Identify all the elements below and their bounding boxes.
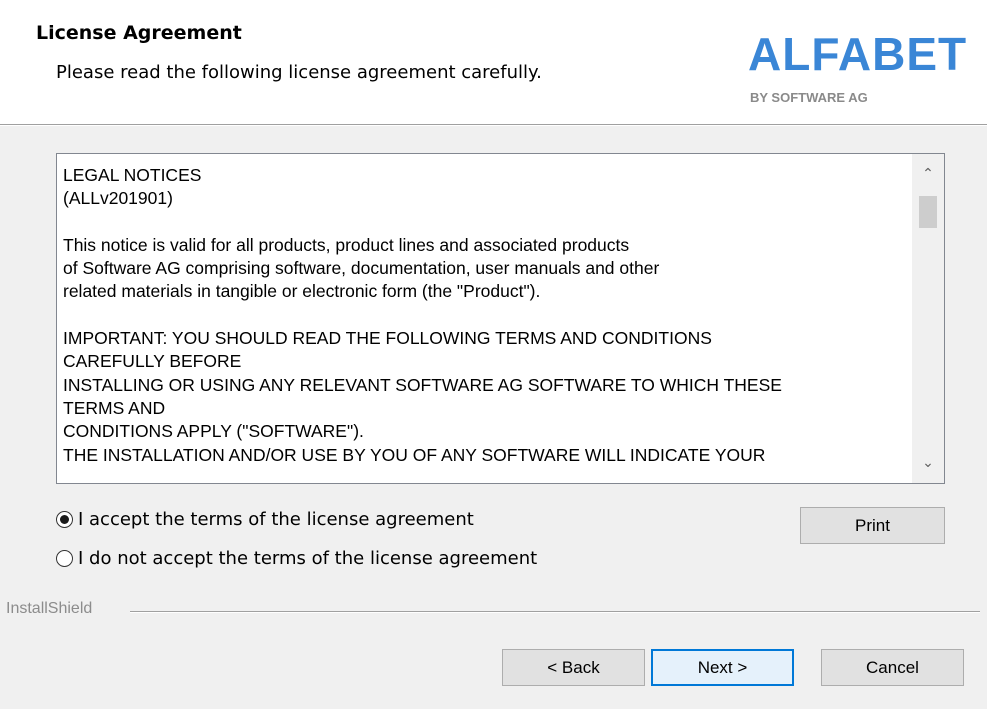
print-button[interactable]: Print <box>800 507 945 544</box>
footer-divider <box>130 611 980 613</box>
logo-wordmark: ALFABET <box>748 28 968 80</box>
license-line: TERMS AND <box>63 397 166 418</box>
license-line: CONDITIONS APPLY ("SOFTWARE"). <box>63 421 364 442</box>
scroll-down-icon[interactable]: ⌄ <box>912 449 944 477</box>
dialog-header: License Agreement Please read the follow… <box>0 0 987 124</box>
decline-radio-button[interactable] <box>56 550 73 567</box>
accept-option[interactable]: I accept the terms of the license agreem… <box>56 509 474 530</box>
decline-option[interactable]: I do not accept the terms of the license… <box>56 548 537 569</box>
cancel-button[interactable]: Cancel <box>821 649 964 686</box>
license-line <box>63 304 903 327</box>
alfabet-logo: ALFABET BY SOFTWARE AG <box>748 30 978 110</box>
header-subtitle: Please read the following license agreem… <box>56 62 542 83</box>
license-line: CAREFULLY BEFORE <box>63 351 242 372</box>
accept-radio-button[interactable] <box>56 511 73 528</box>
scroll-up-icon[interactable]: ⌃ <box>912 160 944 188</box>
license-line: This notice is valid for all products, p… <box>63 234 630 255</box>
accept-label: I accept the terms of the license agreem… <box>78 509 474 530</box>
decline-label: I do not accept the terms of the license… <box>78 548 538 569</box>
header-title: License Agreement <box>36 22 242 44</box>
license-line: related materials in tangible or electro… <box>63 281 541 302</box>
back-button[interactable]: < Back <box>502 649 645 686</box>
license-line: INSTALLING OR USING ANY RELEVANT SOFTWAR… <box>63 374 782 395</box>
installshield-label: InstallShield <box>6 600 93 617</box>
license-line: LEGAL NOTICES <box>63 165 202 185</box>
license-text: LEGAL NOTICES (ALLv201901) This notice is… <box>63 164 903 467</box>
license-line <box>63 211 903 234</box>
license-line: (ALLv201901) <box>63 188 173 209</box>
logo-subtitle: BY SOFTWARE AG <box>750 90 868 105</box>
license-line: IMPORTANT: YOU SHOULD READ THE FOLLOWING… <box>63 328 712 349</box>
license-line: THE INSTALLATION AND/OR USE BY YOU OF AN… <box>63 444 766 465</box>
scroll-thumb[interactable] <box>919 196 937 228</box>
next-button[interactable]: Next > <box>651 649 794 686</box>
vertical-scrollbar[interactable]: ⌃ ⌄ <box>912 154 944 483</box>
license-line: of Software AG comprising software, docu… <box>63 258 660 279</box>
header-divider <box>0 124 987 126</box>
license-text-area[interactable]: LEGAL NOTICES (ALLv201901) This notice is… <box>56 153 945 484</box>
